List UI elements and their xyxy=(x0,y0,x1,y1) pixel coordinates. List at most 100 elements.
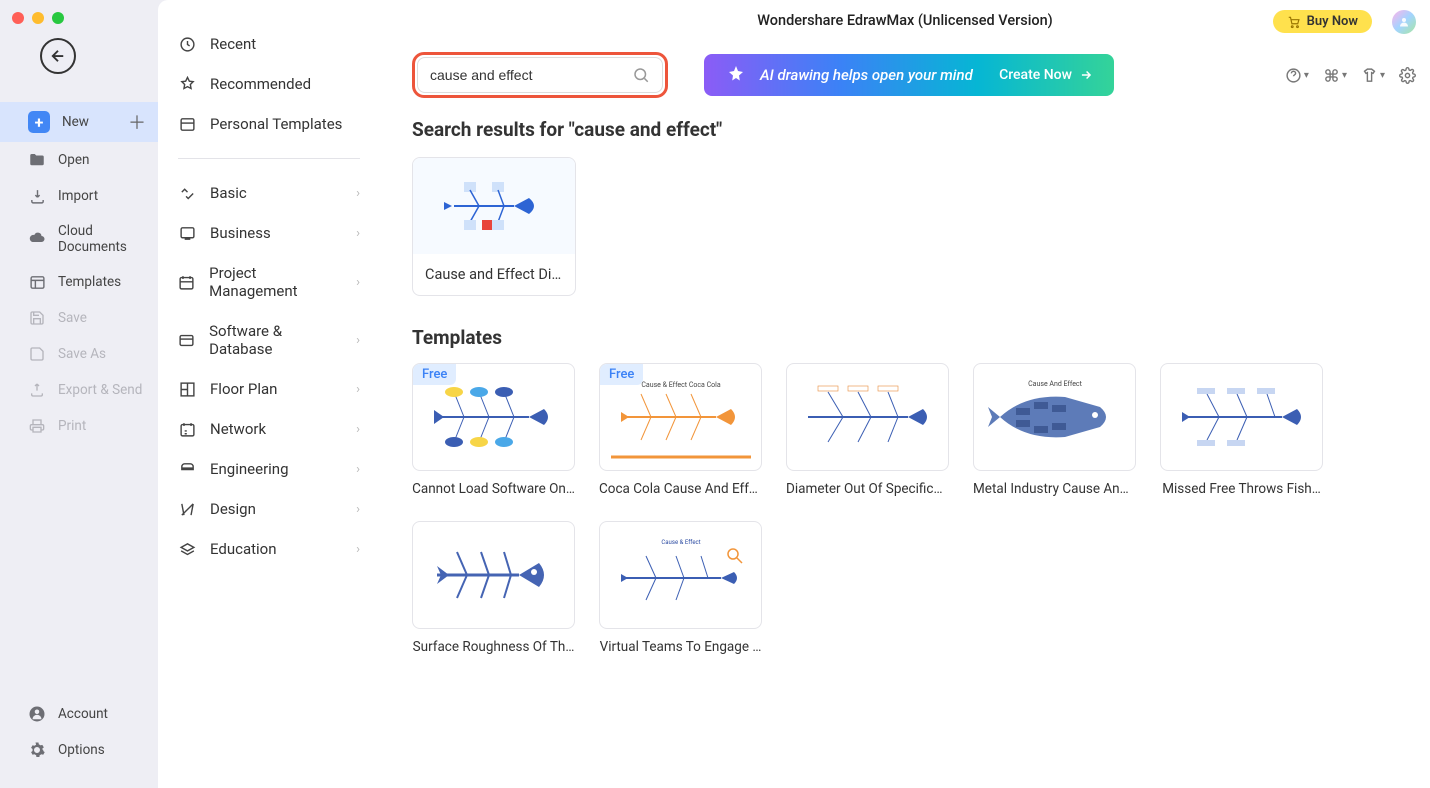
category-icon xyxy=(178,380,196,398)
main-panel: Wondershare EdrawMax (Unlicensed Version… xyxy=(380,0,1430,788)
cloud-icon xyxy=(28,230,46,248)
template-card[interactable]: FreeCannot Load Software On… xyxy=(412,363,575,497)
mid-item-label: Recent xyxy=(210,35,256,53)
category-label: Software & Database xyxy=(209,322,342,358)
sidebar-item-label: Templates xyxy=(58,274,121,290)
shortcut-dropdown[interactable]: ▾ xyxy=(1323,67,1347,84)
category-item-project-management[interactable]: Project Management › xyxy=(158,253,380,311)
templates-heading: Templates xyxy=(412,326,1398,349)
category-item-network[interactable]: Network› xyxy=(158,409,380,449)
plus-icon[interactable]: ＋ xyxy=(128,113,146,131)
sidebar-item-export: Export & Send xyxy=(0,372,158,408)
template-card[interactable]: Cause And EffectMetal Industry Cause And… xyxy=(973,363,1136,497)
category-item-software-database[interactable]: Software & Database› xyxy=(158,311,380,369)
result-card-cause-effect[interactable]: Cause and Effect Di… xyxy=(412,157,576,296)
sidebar-item-options[interactable]: Options xyxy=(0,732,158,768)
command-icon xyxy=(1323,67,1340,84)
window-close[interactable] xyxy=(12,12,24,24)
category-item-engineering[interactable]: Engineering› xyxy=(158,449,380,489)
chevron-right-icon: › xyxy=(356,542,360,557)
search-box[interactable] xyxy=(417,57,663,93)
free-badge: Free xyxy=(600,364,643,385)
divider xyxy=(178,158,360,159)
category-label: Basic xyxy=(210,184,247,202)
svg-text:Cause & Effect Coca Cola: Cause & Effect Coca Cola xyxy=(641,381,720,389)
sidebar-item-label: Save xyxy=(58,310,87,326)
shirt-icon xyxy=(1361,67,1378,84)
template-card[interactable]: Cause & EffectVirtual Teams To Engage … xyxy=(599,521,762,655)
search-icon[interactable] xyxy=(632,66,650,84)
category-item-floor-plan[interactable]: Floor Plan› xyxy=(158,369,380,409)
ai-banner[interactable]: AI drawing helps open your mind Create N… xyxy=(704,54,1114,96)
sidebar-item-open[interactable]: Open xyxy=(0,142,158,178)
sidebar-item-label: Options xyxy=(58,742,105,758)
category-label: Project Management xyxy=(209,264,342,300)
category-item-design[interactable]: Design› xyxy=(158,489,380,529)
template-card[interactable]: Surface Roughness Of Th… xyxy=(412,521,575,655)
arrow-left-icon xyxy=(49,47,67,65)
search-input[interactable] xyxy=(430,67,632,83)
sidebar-item-account[interactable]: Account xyxy=(0,696,158,732)
category-icon xyxy=(178,460,196,478)
ai-create-button[interactable]: Create Now xyxy=(999,67,1094,83)
sidebar-item-label: Print xyxy=(58,418,86,434)
fishbone-icon xyxy=(434,176,554,236)
titlebar: Wondershare EdrawMax (Unlicensed Version… xyxy=(380,0,1430,40)
sidebar-item-import[interactable]: Import xyxy=(0,178,158,214)
activity-dropdown[interactable]: ▾ xyxy=(1361,67,1385,84)
ai-banner-text: AI drawing helps open your mind xyxy=(760,66,973,84)
content-area: Search results for "cause and effect" xyxy=(380,110,1430,788)
toolbar-icons-right: ▾ ▾ ▾ xyxy=(1285,67,1416,84)
free-badge: Free xyxy=(413,364,456,385)
sidebar-item-saveas: Save As xyxy=(0,336,158,372)
category-item-education[interactable]: Education› xyxy=(158,529,380,569)
chevron-right-icon: › xyxy=(356,275,360,290)
template-card[interactable]: Missed Free Throws Fish… xyxy=(1160,363,1323,497)
mid-item-recommended[interactable]: Recommended xyxy=(158,64,380,104)
category-item-business[interactable]: Business› xyxy=(158,213,380,253)
template-card[interactable]: Diameter Out Of Specifica… xyxy=(786,363,949,497)
category-icon xyxy=(178,540,196,558)
help-dropdown[interactable]: ▾ xyxy=(1285,67,1309,84)
sidebar-item-print: Print xyxy=(0,408,158,444)
category-icon xyxy=(178,331,195,349)
sidebar-item-new[interactable]: + New ＋ xyxy=(0,102,158,142)
template-label: Virtual Teams To Engage … xyxy=(599,639,762,655)
sidebar-item-templates[interactable]: Templates xyxy=(0,264,158,300)
template-card[interactable]: FreeCause & Effect Coca Cola Coca Cola Ca… xyxy=(599,363,762,497)
gear-icon xyxy=(1399,67,1416,84)
cart-icon xyxy=(1287,15,1301,29)
sidebar-item-label: Cloud Documents xyxy=(58,223,146,255)
sidebar-item-label: Import xyxy=(58,188,98,204)
search-results-heading: Search results for "cause and effect" xyxy=(412,118,1398,141)
back-button[interactable] xyxy=(40,38,76,74)
buy-now-button[interactable]: Buy Now xyxy=(1273,10,1372,33)
mid-item-personal-templates[interactable]: Personal Templates xyxy=(158,104,380,144)
category-icon xyxy=(178,184,196,202)
new-icon: + xyxy=(28,111,50,133)
template-label: Diameter Out Of Specifica… xyxy=(786,481,949,497)
category-label: Business xyxy=(210,224,271,242)
sidebar-item-cloud[interactable]: Cloud Documents xyxy=(0,214,158,264)
account-icon xyxy=(28,705,46,723)
app-title: Wondershare EdrawMax (Unlicensed Version… xyxy=(757,12,1053,29)
mid-item-recent[interactable]: Recent xyxy=(158,24,380,64)
category-item-basic[interactable]: Basic› xyxy=(158,173,380,213)
category-icon xyxy=(178,420,196,438)
help-icon xyxy=(1285,67,1302,84)
settings-button[interactable] xyxy=(1399,67,1416,84)
template-label: Coca Cola Cause And Effect xyxy=(599,481,762,497)
template-thumb: Free xyxy=(412,363,575,471)
sidebar-categories: Recent Recommended Personal Templates Ba… xyxy=(158,0,380,788)
window-max[interactable] xyxy=(52,12,64,24)
buy-now-label: Buy Now xyxy=(1307,14,1358,29)
profile-avatar[interactable] xyxy=(1392,10,1416,34)
chevron-right-icon: › xyxy=(356,502,360,517)
window-min[interactable] xyxy=(32,12,44,24)
category-icon xyxy=(178,500,196,518)
template-label: Missed Free Throws Fish… xyxy=(1160,481,1323,497)
sidebar-item-label: Export & Send xyxy=(58,382,142,398)
category-icon xyxy=(178,224,196,242)
mid-item-label: Recommended xyxy=(210,75,311,93)
category-icon xyxy=(178,273,195,291)
